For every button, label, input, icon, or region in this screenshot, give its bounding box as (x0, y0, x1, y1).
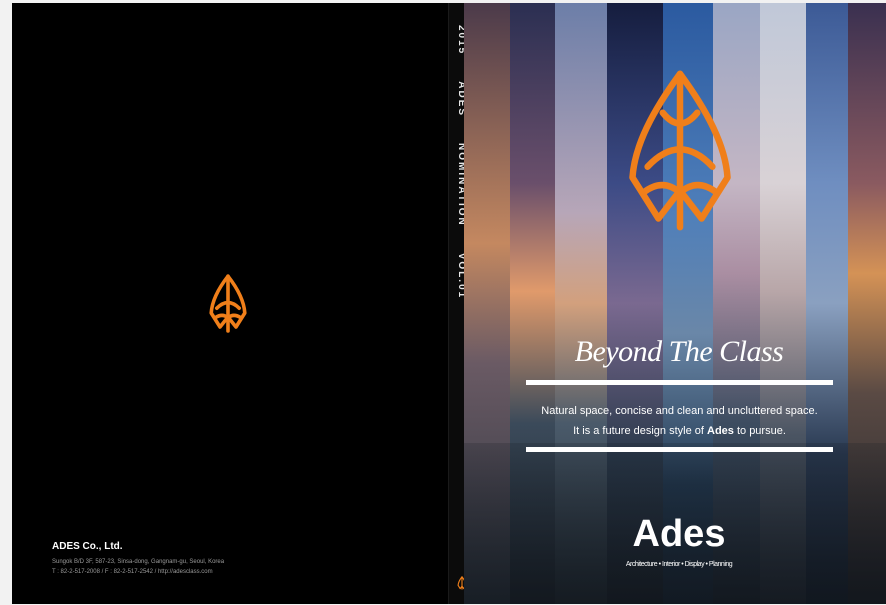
brand-name: Ades (632, 513, 726, 555)
description-line: Natural space, concise and clean and unc… (541, 405, 818, 417)
catalog-cover-spread: ADES Co., Ltd. Sungok B/D 3F, 587-23, Si… (12, 3, 886, 604)
address-line: Sungok B/D 3F, 587-23, Sinsa-dong, Gangn… (52, 559, 225, 565)
description-line: It is a future design style of Ades to p… (526, 421, 833, 441)
tagline: Beyond The Class (574, 335, 784, 368)
ades-logo-icon (629, 70, 731, 231)
description-text: to pursue. (733, 425, 786, 437)
description-text: It is a future design style of (573, 425, 707, 437)
divider-bottom (526, 447, 833, 452)
back-cover: ADES Co., Ltd. Sungok B/D 3F, 587-23, Si… (12, 3, 448, 604)
company-address: Sungok B/D 3F, 587-23, Sinsa-dong, Gangn… (52, 557, 224, 577)
ades-logo-icon (209, 274, 247, 333)
company-name: ADES Co., Ltd. (52, 541, 123, 552)
divider-top (526, 380, 833, 385)
brand-subtitle: Architecture • Interior • Display • Plan… (625, 561, 733, 568)
description-brand: Ades (707, 425, 734, 437)
contact-line: T : 82-2-517-2008 / F : 82-2-517-2542 / … (52, 569, 213, 575)
description: Natural space, concise and clean and unc… (526, 401, 833, 441)
front-cover: Beyond The Class Natural space, concise … (464, 3, 886, 604)
